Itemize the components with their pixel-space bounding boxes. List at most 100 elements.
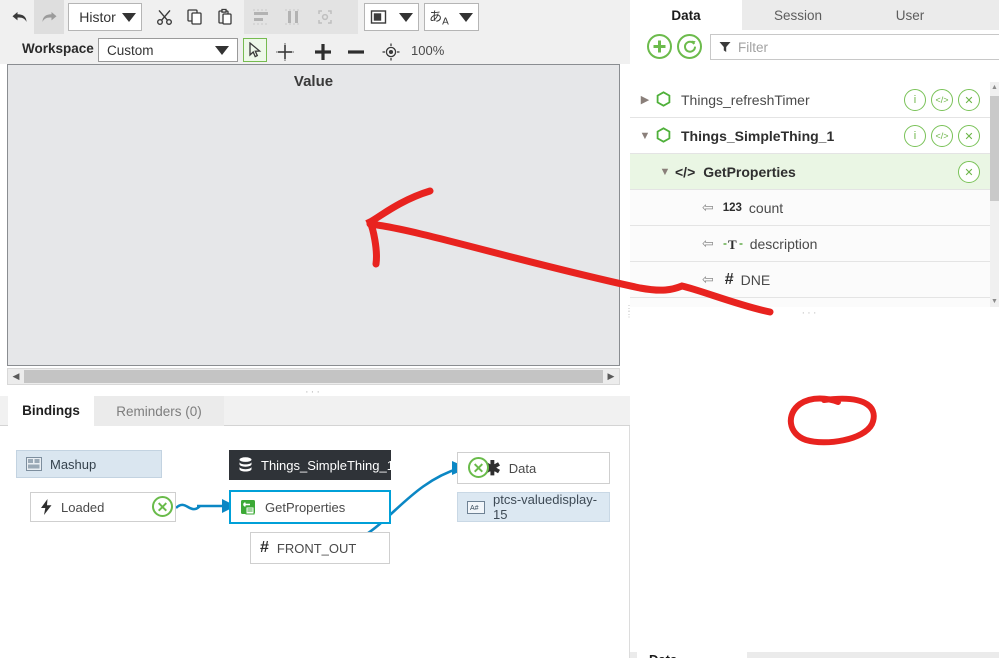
refresh-circle-icon[interactable] [677,34,702,59]
workspace-selected-value: Custom [107,42,154,58]
bindings-node-thing[interactable]: Things_SimpleThing_1 [229,450,394,480]
copy-icon[interactable] [182,3,208,31]
tab-functions[interactable]: Functions [747,652,844,658]
canvas-horizontal-scrollbar[interactable]: ◀ ▶ [7,368,620,385]
scroll-up-arrow-icon[interactable]: ▲ [991,84,998,91]
tree-row-things-refreshtimer[interactable]: ▶ Things_refreshTimer i </> ✕ [630,82,990,118]
arrow-left-icon[interactable]: ⇦ [702,199,714,216]
number-123-icon: 123 [722,201,742,214]
layout-dropdown-button[interactable] [393,3,419,31]
tree-row-label: description [749,235,818,252]
tree-row-front-out[interactable]: ⇦ # FRONT_OUT [630,298,990,307]
language-dropdown-button[interactable] [453,3,479,31]
arrow-left-icon[interactable]: ⇦ [702,235,714,252]
data-tabbar: Data Session User [630,0,999,30]
info-icon[interactable]: i [904,89,926,111]
scroll-down-arrow-icon[interactable]: ▼ [991,298,998,305]
right-horizontal-splitter-grip[interactable]: ··· [630,307,990,319]
bindings-node-valuedisplay[interactable]: A# ptcs-valuedisplay-15 [457,492,610,522]
tree-row-label: Things_refreshTimer [681,91,810,108]
scroll-left-arrow-icon[interactable]: ◀ [8,371,24,382]
mashup-canvas[interactable]: Value [7,64,620,366]
data-tree[interactable]: ▶ Things_refreshTimer i </> ✕ ▼ Things_S… [630,82,990,307]
scissors-icon[interactable] [152,3,178,31]
chevron-down-icon[interactable]: ▼ [658,166,672,178]
info-icon[interactable]: i [904,125,926,147]
plus-circle-icon[interactable] [647,34,672,59]
plus-icon[interactable] [310,38,336,66]
data-properties-tabbar: Data Properties Functions [630,652,999,658]
undo-arrow-icon[interactable] [6,3,32,31]
remove-binding-data-icon[interactable]: ✕ [468,457,489,478]
bindings-node-thing-label: Things_SimpleThing_1 [261,457,394,473]
hexagon-entity-icon [655,127,672,144]
bindings-node-getproperties[interactable]: GetProperties [229,490,391,524]
bindings-node-loaded-label: Loaded [61,499,105,515]
remove-binding-loaded-icon[interactable]: ✕ [152,496,173,517]
tab-data-properties-label: Data Properties [649,652,735,658]
code-icon[interactable]: </> [931,89,953,111]
close-icon[interactable]: ✕ [958,89,980,111]
chevron-down-icon [458,12,473,22]
value-display-widget-title: Value [293,73,334,90]
mashup-grid-icon [26,457,42,471]
bindings-node-mashup-label: Mashup [50,456,97,472]
code-service-icon: </> [675,163,696,180]
tab-data[interactable]: Data [630,0,742,30]
layout-icon[interactable] [364,3,394,31]
toolbar-row-primary: History あA [0,0,630,34]
close-icon[interactable]: ✕ [958,125,980,147]
tab-user[interactable]: User [854,0,966,30]
service-invoke-icon [240,499,257,516]
bindings-tabbar: Bindings Reminders (0) [0,396,630,426]
bindings-node-data-label: Data [508,460,537,476]
tab-reminders[interactable]: Reminders (0) [94,396,224,426]
distribute-icon[interactable] [280,3,306,31]
pan-move-icon[interactable] [273,38,297,66]
chevron-down-icon [398,12,413,22]
tree-row-things-simplething-1[interactable]: ▼ Things_SimpleThing_1 i </> ✕ [630,118,990,154]
history-dropdown-button[interactable] [116,3,142,31]
tab-data-properties[interactable]: Data Properties [637,652,747,658]
tree-row-description[interactable]: ⇦ T description [630,226,990,262]
tab-bindings[interactable]: Bindings [8,396,94,426]
bindings-node-mashup[interactable]: Mashup [16,450,162,478]
number-hash-icon: # [260,539,269,556]
workspace-label: Workspace [22,41,94,56]
tab-session[interactable]: Session [742,0,854,30]
scrollbar-thumb[interactable] [24,370,603,383]
bindings-node-valuedisplay-label: ptcs-valuedisplay-15 [493,492,598,522]
chevron-right-icon[interactable]: ▶ [638,93,652,106]
tab-reminders-label: Reminders (0) [116,403,202,419]
align-horizontal-icon[interactable] [248,3,274,31]
tree-row-actions: i </> ✕ [904,125,980,147]
scrollbar-thumb[interactable] [990,96,999,201]
target-center-icon[interactable] [378,38,404,66]
data-tree-scrollbar[interactable]: ▲ ▼ [990,82,999,307]
tree-row-dne[interactable]: ⇦ # DNE [630,262,990,298]
scroll-right-arrow-icon[interactable]: ▶ [603,371,619,382]
tab-bindings-label: Bindings [22,403,80,418]
data-properties-pane: Data Properties Functions Things_SimpleT… [630,326,999,658]
tree-row-getproperties[interactable]: ▼ </> GetProperties ✕ [630,154,990,190]
tree-row-count[interactable]: ⇦ 123 count [630,190,990,226]
language-icon[interactable]: あA [424,3,454,31]
arrow-left-icon[interactable]: ⇦ [702,271,714,288]
close-icon[interactable]: ✕ [958,161,980,183]
cursor-select-icon[interactable] [243,38,267,62]
fit-to-frame-icon[interactable] [312,3,338,31]
text-type-icon: T [723,237,743,251]
tree-row-actions: ✕ [958,161,980,183]
tree-row-label: count [748,199,784,216]
minus-icon[interactable] [343,38,369,66]
svg-text:T: T [728,237,737,251]
tree-row-actions: i </> ✕ [904,89,980,111]
filter-input[interactable]: Filter [710,34,999,60]
chevron-down-icon[interactable]: ▼ [638,130,652,142]
redo-arrow-icon[interactable] [36,3,62,31]
code-icon[interactable]: </> [931,125,953,147]
bindings-node-front-out[interactable]: # FRONT_OUT [250,532,390,564]
paste-icon[interactable] [212,3,238,31]
tree-row-label: DNE [740,271,771,288]
workspace-select[interactable]: Custom [98,38,238,62]
